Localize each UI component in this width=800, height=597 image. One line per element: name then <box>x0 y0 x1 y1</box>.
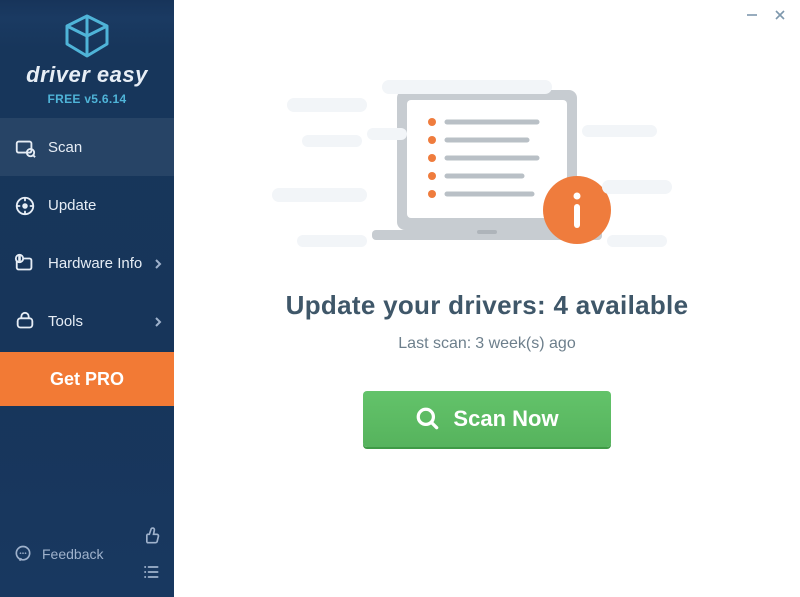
tools-icon <box>14 311 36 333</box>
sidebar-item-label: Tools <box>48 313 83 330</box>
last-scan-prefix: Last scan: <box>398 335 471 353</box>
brand-logo-icon <box>0 14 174 58</box>
brand-block: driver easy FREE v5.6.14 <box>0 0 174 116</box>
minimize-button[interactable] <box>738 4 766 26</box>
last-scan-line: Last scan: 3 week(s) ago <box>398 335 575 353</box>
laptop-icon <box>327 80 647 260</box>
chat-icon <box>12 543 34 565</box>
brand-version: FREE v5.6.14 <box>0 92 174 106</box>
sidebar-footer-icons <box>140 525 162 583</box>
sidebar-item-scan[interactable]: Scan <box>0 118 174 176</box>
thumbs-up-icon[interactable] <box>140 525 162 547</box>
sidebar-item-label: Hardware Info <box>48 255 142 272</box>
chevron-right-icon <box>155 317 162 327</box>
sidebar-item-label: Update <box>48 197 96 214</box>
app-window: driver easy FREE v5.6.14 Scan <box>0 0 800 597</box>
brand-name: driver easy <box>0 62 174 88</box>
get-pro-label: Get PRO <box>50 369 124 390</box>
sidebar-item-update[interactable]: Update <box>0 176 174 234</box>
get-pro-button[interactable]: Get PRO <box>0 352 174 406</box>
main-panel: Update your drivers: 4 available Last sc… <box>174 0 800 597</box>
headline: Update your drivers: 4 available <box>286 290 689 321</box>
last-scan-value: 3 week(s) ago <box>475 335 576 353</box>
headline-prefix: Update your drivers: <box>286 290 554 320</box>
scan-icon <box>14 137 36 159</box>
sidebar-item-tools[interactable]: Tools <box>0 292 174 350</box>
scan-now-label: Scan Now <box>453 406 558 432</box>
feedback-button[interactable]: Feedback <box>12 543 103 565</box>
sidebar-footer: Feedback <box>0 515 174 597</box>
laptop-illustration <box>327 80 647 260</box>
chevron-right-icon <box>155 259 162 269</box>
window-controls <box>174 0 800 30</box>
list-icon[interactable] <box>140 561 162 583</box>
headline-suffix: available <box>568 290 688 320</box>
headline-count: 4 <box>553 290 568 320</box>
magnifier-icon <box>415 406 441 432</box>
feedback-label: Feedback <box>42 546 103 562</box>
sidebar-item-hardware[interactable]: i Hardware Info <box>0 234 174 292</box>
close-button[interactable] <box>766 4 794 26</box>
sidebar: driver easy FREE v5.6.14 Scan <box>0 0 174 597</box>
hardware-icon: i <box>14 253 36 275</box>
update-icon <box>14 195 36 217</box>
sidebar-item-label: Scan <box>48 139 82 156</box>
sidebar-nav: Scan Update i <box>0 118 174 406</box>
scan-now-button[interactable]: Scan Now <box>363 391 611 447</box>
hero-section: Update your drivers: 4 available Last sc… <box>174 30 800 447</box>
